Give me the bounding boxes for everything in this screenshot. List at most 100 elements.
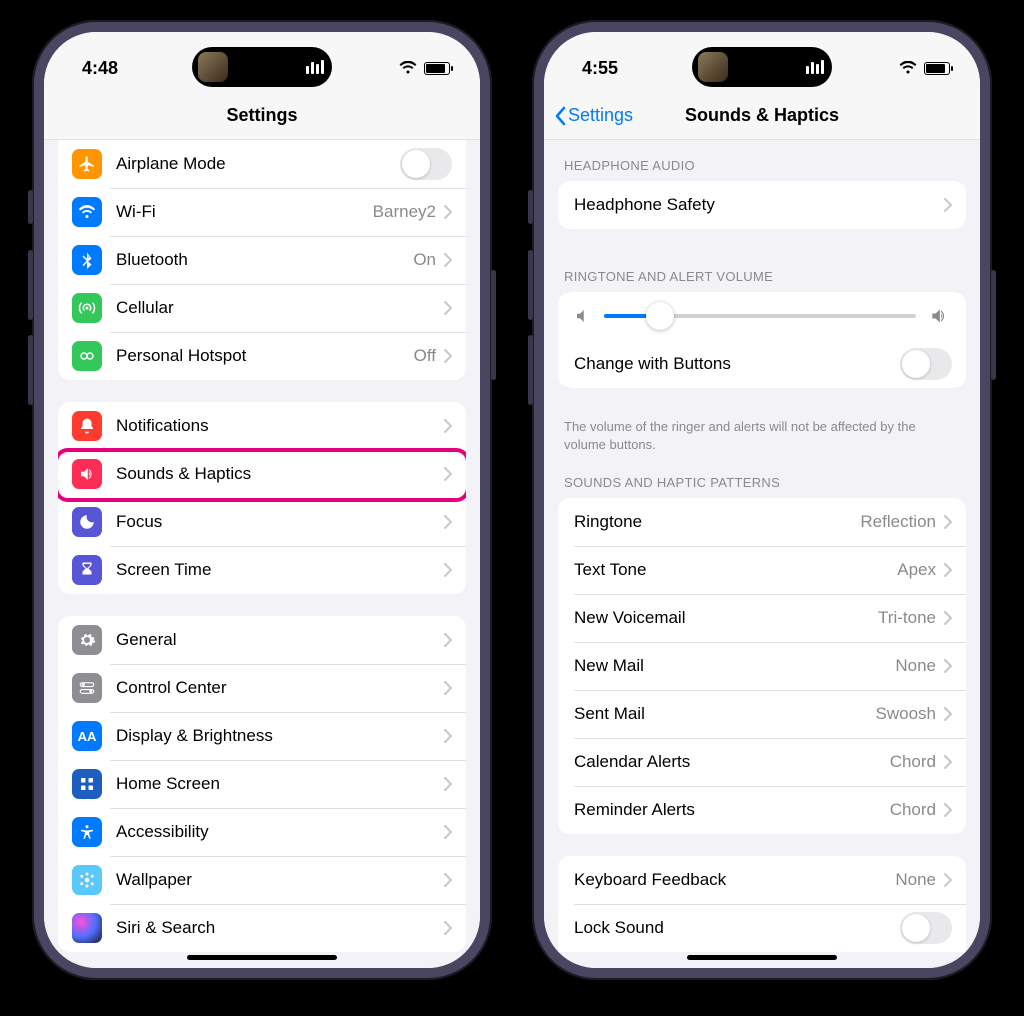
row-value: On (413, 250, 436, 270)
chevron-right-icon (944, 707, 952, 721)
chevron-right-icon (944, 755, 952, 769)
row-new-voicemail[interactable]: New Voicemail Tri-tone (558, 594, 966, 642)
row-label: Change with Buttons (574, 354, 900, 374)
row-label: Cellular (116, 298, 444, 318)
row-text-tone[interactable]: Text Tone Apex (558, 546, 966, 594)
phone-right: 4:55 Settings Sounds & Haptics HEADPHONE… (532, 20, 992, 980)
row-siri[interactable]: Siri & Search (58, 904, 466, 952)
row-focus[interactable]: Focus (58, 498, 466, 546)
settings-group-connectivity: Airplane Mode Wi-Fi Barney2 Bluetooth On (58, 140, 466, 380)
row-label: Ringtone (574, 512, 860, 532)
back-label: Settings (568, 105, 633, 126)
section-footer-volume: The volume of the ringer and alerts will… (544, 410, 980, 457)
chevron-right-icon (444, 301, 452, 315)
section-header-headphone: HEADPHONE AUDIO (544, 140, 980, 181)
row-display[interactable]: AA Display & Brightness (58, 712, 466, 760)
row-label: Calendar Alerts (574, 752, 890, 772)
toggle-airplane[interactable] (400, 148, 452, 180)
row-ringtone[interactable]: Ringtone Reflection (558, 498, 966, 546)
grid-icon (72, 769, 102, 799)
home-indicator[interactable] (687, 955, 837, 960)
gear-icon (72, 625, 102, 655)
moon-icon (72, 507, 102, 537)
row-value: Barney2 (373, 202, 436, 222)
chevron-right-icon (944, 803, 952, 817)
row-accessibility[interactable]: Accessibility (58, 808, 466, 856)
row-value: Apex (897, 560, 936, 580)
row-airplane-mode[interactable]: Airplane Mode (58, 140, 466, 188)
row-keyboard-feedback[interactable]: Keyboard Feedback None (558, 856, 966, 904)
accessibility-icon (72, 817, 102, 847)
status-time: 4:55 (582, 58, 618, 79)
row-headphone-safety[interactable]: Headphone Safety (558, 181, 966, 229)
chevron-right-icon (444, 563, 452, 577)
row-general[interactable]: General (58, 616, 466, 664)
row-label: Screen Time (116, 560, 444, 580)
volume-slider-row[interactable] (558, 292, 966, 340)
chevron-right-icon (444, 467, 452, 481)
row-value: Chord (890, 752, 936, 772)
group-patterns: Ringtone Reflection Text Tone Apex New V… (558, 498, 966, 834)
row-sounds-haptics[interactable]: Sounds & Haptics (58, 450, 466, 498)
speaker-icon (72, 459, 102, 489)
chevron-right-icon (444, 921, 452, 935)
toggle-lock-sound[interactable] (900, 912, 952, 944)
row-reminder-alerts[interactable]: Reminder Alerts Chord (558, 786, 966, 834)
row-hotspot[interactable]: Personal Hotspot Off (58, 332, 466, 380)
bluetooth-icon (72, 245, 102, 275)
row-wallpaper[interactable]: Wallpaper (58, 856, 466, 904)
wifi-icon (72, 197, 102, 227)
back-button[interactable]: Settings (554, 105, 633, 126)
nav-header: Settings Sounds & Haptics (544, 92, 980, 140)
home-indicator[interactable] (187, 955, 337, 960)
dynamic-island (692, 47, 832, 87)
row-wifi[interactable]: Wi-Fi Barney2 (58, 188, 466, 236)
row-control-center[interactable]: Control Center (58, 664, 466, 712)
row-label: Text Tone (574, 560, 897, 580)
row-value: Tri-tone (878, 608, 936, 628)
chevron-right-icon (944, 563, 952, 577)
chevron-right-icon (944, 515, 952, 529)
chevron-right-icon (444, 633, 452, 647)
row-value: Off (414, 346, 436, 366)
speaker-low-icon (574, 307, 592, 325)
row-calendar-alerts[interactable]: Calendar Alerts Chord (558, 738, 966, 786)
chevron-right-icon (444, 419, 452, 433)
chevron-right-icon (444, 777, 452, 791)
row-cellular[interactable]: Cellular (58, 284, 466, 332)
chevron-right-icon (944, 659, 952, 673)
row-screen-time[interactable]: Screen Time (58, 546, 466, 594)
section-header-patterns: SOUNDS AND HAPTIC PATTERNS (544, 457, 980, 498)
row-sent-mail[interactable]: Sent Mail Swoosh (558, 690, 966, 738)
row-notifications[interactable]: Notifications (58, 402, 466, 450)
row-value: None (895, 870, 936, 890)
row-lock-sound[interactable]: Lock Sound (558, 904, 966, 952)
wallpaper-icon (72, 865, 102, 895)
row-label: Sent Mail (574, 704, 876, 724)
row-change-buttons[interactable]: Change with Buttons (558, 340, 966, 388)
chevron-right-icon (444, 873, 452, 887)
volume-slider[interactable] (604, 314, 916, 318)
row-new-mail[interactable]: New Mail None (558, 642, 966, 690)
siri-icon (72, 913, 102, 943)
row-value: Swoosh (876, 704, 936, 724)
row-label: Wi-Fi (116, 202, 373, 222)
row-label: General (116, 630, 444, 650)
battery-icon (424, 62, 450, 75)
chevron-right-icon (944, 873, 952, 887)
chevron-right-icon (444, 729, 452, 743)
row-label: Home Screen (116, 774, 444, 794)
row-bluetooth[interactable]: Bluetooth On (58, 236, 466, 284)
row-label: Wallpaper (116, 870, 444, 890)
row-label: Accessibility (116, 822, 444, 842)
chevron-right-icon (444, 681, 452, 695)
row-label: Reminder Alerts (574, 800, 890, 820)
hourglass-icon (72, 555, 102, 585)
settings-group-notifications: Notifications Sounds & Haptics Focus (58, 402, 466, 594)
row-value: Reflection (860, 512, 936, 532)
toggle-change-buttons[interactable] (900, 348, 952, 380)
wifi-status-icon (899, 61, 917, 75)
row-label: Sounds & Haptics (116, 464, 444, 484)
row-label: Bluetooth (116, 250, 413, 270)
row-home-screen[interactable]: Home Screen (58, 760, 466, 808)
